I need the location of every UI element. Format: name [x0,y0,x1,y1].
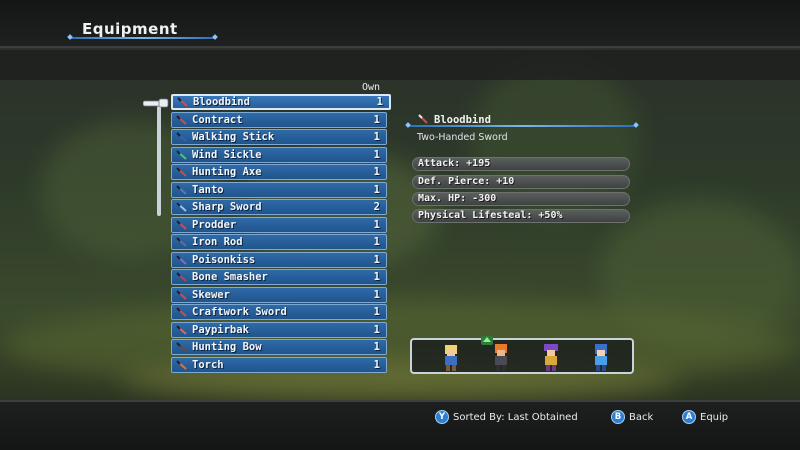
item-quantity: 1 [373,113,380,126]
list-item[interactable]: Wind Sickle 1 [171,146,387,163]
book-icon [176,324,187,335]
list-item[interactable]: Poisonkiss 1 [171,251,387,268]
list-item[interactable]: Craftwork Sword 1 [171,304,387,320]
list-item[interactable]: Contract 1 [171,111,387,128]
detail-underline [408,125,636,127]
sword-icon [176,114,187,125]
a-button-icon: A [682,410,696,424]
back-label: Back [629,411,654,423]
page-title: Equipment [82,20,178,38]
item-quantity: 1 [373,131,380,143]
greatsword-icon [418,114,428,124]
item-name: Contract [192,113,243,126]
item-quantity: 1 [373,306,380,318]
stat-attack: Attack: +195 [412,157,630,171]
dagger-icon [176,254,187,265]
list-item[interactable]: Sharp Sword 2 [171,199,387,215]
item-name: Wind Sickle [192,148,262,161]
party-panel [410,336,634,374]
list-scrollbar[interactable] [157,106,161,216]
item-quantity: 1 [373,253,380,266]
sickle-icon [176,149,187,160]
sword-icon [176,307,187,317]
list-item[interactable]: Walking Stick 1 [171,129,387,145]
list-item[interactable]: Skewer 1 [171,286,387,303]
footer-bar [0,400,800,450]
list-item[interactable]: Iron Rod 1 [171,234,387,250]
list-item[interactable]: Hunting Axe 1 [171,164,387,180]
stat-def-pierce: Def. Pierce: +10 [412,175,630,189]
b-button-icon: B [611,410,625,424]
staff-icon [176,132,187,142]
item-name: Hunting Bow [192,341,262,353]
item-name: Torch [192,358,224,371]
item-quantity: 1 [373,271,380,283]
item-name: Walking Stick [192,131,275,143]
stat-physical-lifesteal: Physical Lifesteal: +50% [412,209,630,223]
club-icon [176,272,187,282]
torch-icon [176,359,187,370]
hand-pointer-icon [143,98,169,108]
item-name: Bloodbind [193,96,250,108]
item-quantity: 1 [373,218,380,231]
spear-icon [176,219,187,230]
blonde-hero-sprite[interactable] [440,343,462,373]
item-name: Prodder [192,218,237,231]
list-item[interactable]: Paypirbak 1 [171,321,387,338]
item-quantity: 1 [373,323,380,336]
equip-hint[interactable]: A Equip [682,410,728,424]
list-item[interactable]: Bloodbind 1 [171,94,391,110]
rod-icon [176,237,187,247]
item-quantity: 1 [373,166,380,178]
item-name: Bone Smasher [192,271,268,283]
sort-label: Sorted By: Last Obtained [453,411,578,423]
item-detail-type: Two-Handed Sword [417,132,508,143]
item-name: Sharp Sword [192,201,262,213]
item-quantity: 1 [373,148,380,161]
item-name: Skewer [192,288,230,301]
list-item[interactable]: Tanto 1 [171,181,387,198]
item-name: Craftwork Sword [192,306,287,318]
bow-icon [176,342,187,352]
purple-hat-sprite[interactable] [540,343,562,373]
list-item[interactable]: Bone Smasher 1 [171,269,387,285]
item-quantity: 1 [373,341,380,353]
item-name: Tanto [192,183,224,196]
equip-label: Equip [700,411,729,423]
stat-max-hp: Max. HP: -300 [412,192,630,206]
item-quantity: 1 [373,183,380,196]
item-quantity: 2 [373,201,380,213]
title-underline [70,37,215,39]
dagger-icon [176,184,187,195]
back-hint[interactable]: B Back [611,410,653,424]
item-name: Poisonkiss [192,253,256,266]
axe-icon [176,167,187,177]
list-item[interactable]: Prodder 1 [171,216,387,233]
header-bar: Equipment [0,0,800,48]
item-name: Hunting Axe [192,166,262,178]
header-shadow-band [0,50,800,80]
y-button-icon: Y [435,410,449,424]
item-quantity: 1 [373,236,380,248]
sort-hint[interactable]: Y Sorted By: Last Obtained [435,410,578,424]
sword-icon [176,202,187,212]
own-column-header: Own [362,82,381,93]
item-name: Iron Rod [192,236,243,248]
spear-icon [176,289,187,300]
item-name: Paypirbak [192,323,249,336]
orange-hair-sprite[interactable] [490,343,512,373]
greatsword-icon [177,97,188,107]
item-quantity: 1 [376,96,383,108]
item-quantity: 1 [373,288,380,301]
list-item[interactable]: Torch 1 [171,356,387,373]
blue-knight-sprite[interactable] [590,343,612,373]
list-item[interactable]: Hunting Bow 1 [171,339,387,355]
item-quantity: 1 [373,358,380,371]
